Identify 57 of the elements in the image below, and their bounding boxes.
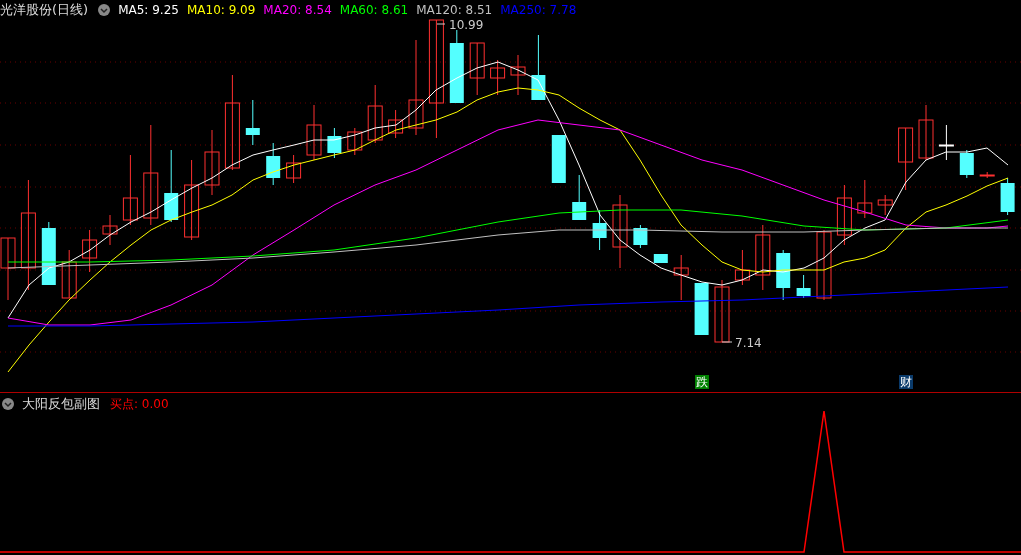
candlestick (673, 254, 689, 301)
candlestick (82, 229, 98, 273)
collapse-icon[interactable] (2, 398, 14, 410)
high-price-label: 10.99 (449, 18, 484, 32)
indicator-value: MA250: 7.78 (500, 3, 577, 17)
candlestick (572, 174, 587, 221)
candlestick (204, 129, 220, 196)
indicator-value: MA20: 8.54 (263, 3, 332, 17)
candlestick (367, 84, 383, 144)
candlestick (816, 229, 832, 301)
candlestick (979, 171, 995, 179)
indicator-value: MA60: 8.61 (339, 3, 409, 17)
leader-line (436, 23, 446, 25)
candlestick (122, 154, 138, 226)
candlestick (734, 249, 750, 286)
candlestick (653, 253, 668, 264)
candlestick (1000, 177, 1015, 216)
indicator-value: MA5: 9.25 (118, 3, 179, 17)
candlestick (755, 224, 771, 291)
candlestick (469, 42, 485, 96)
candlestick (0, 237, 16, 301)
candlestick (286, 154, 302, 184)
indicator-value: MA120: 8.51 (416, 3, 493, 17)
candlestick (102, 214, 118, 246)
event-marker: 跌 (695, 375, 709, 389)
candlestick (61, 249, 77, 299)
collapse-icon[interactable] (98, 4, 111, 16)
candlestick (836, 184, 852, 246)
candlestick (776, 249, 791, 301)
candlestick (714, 279, 730, 343)
candlestick (551, 134, 566, 184)
candlestick (694, 282, 709, 336)
indicator-value: MA10: 9.09 (186, 3, 256, 17)
candlestick (266, 142, 281, 186)
candlestick (245, 99, 260, 146)
candlestick (306, 104, 322, 161)
candlestick (490, 59, 506, 96)
indicator-value: 买点: 0.00 (110, 395, 169, 413)
candlestick (388, 109, 404, 139)
candlestick (510, 54, 526, 96)
candlestick (531, 34, 546, 101)
low-price-label: 7.14 (735, 336, 762, 350)
candlestick (877, 194, 893, 216)
panel-title: 大阳反包副图 (22, 395, 100, 413)
candlestick (41, 221, 56, 286)
candlestick (347, 127, 363, 156)
candlestick (857, 179, 873, 219)
candlestick (898, 127, 914, 191)
candlestick (327, 127, 342, 159)
leader-line (721, 341, 733, 343)
candlestick (959, 149, 974, 179)
chart-title: 光洋股份(日线) (0, 1, 89, 19)
event-marker: 财 (899, 375, 913, 389)
candlestick (938, 124, 954, 161)
candlestick (796, 274, 811, 299)
candlestick (633, 224, 648, 249)
candlestick (918, 104, 934, 161)
